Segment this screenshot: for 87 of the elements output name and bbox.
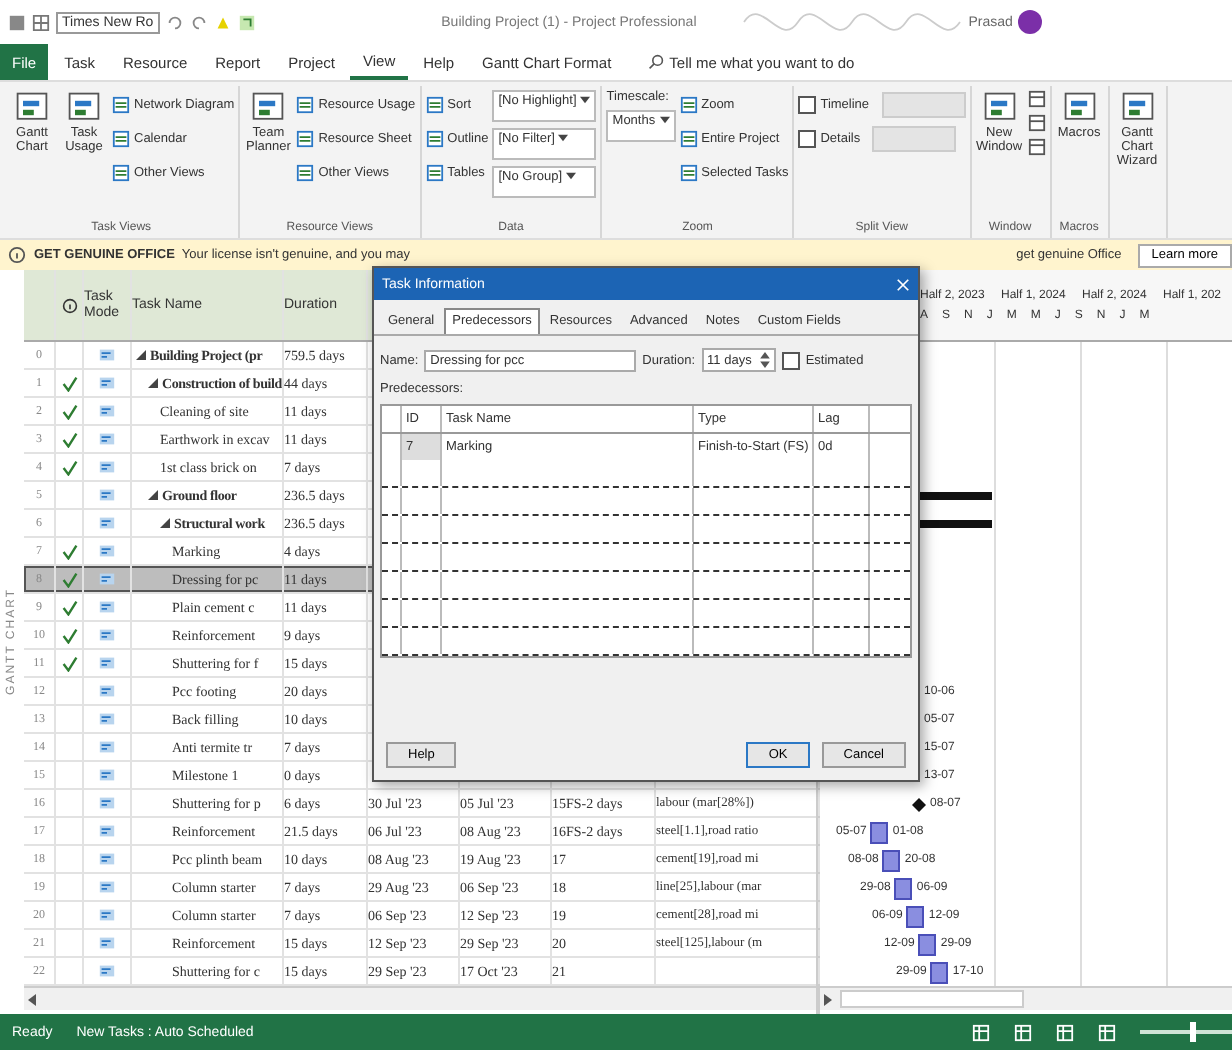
view-icon[interactable]	[1014, 1023, 1032, 1041]
view-icon	[679, 163, 698, 181]
view-icon	[1119, 90, 1156, 126]
task-mode-icon	[98, 570, 116, 588]
view-icon	[296, 95, 315, 113]
scrollbar[interactable]	[24, 986, 816, 1010]
info-icon	[8, 246, 26, 264]
task-bar[interactable]	[882, 849, 901, 871]
task-mode-icon	[98, 738, 116, 756]
task-mode-icon	[98, 626, 116, 644]
view-icon	[112, 129, 130, 147]
task-mode-icon	[98, 458, 116, 476]
close-icon[interactable]	[896, 277, 910, 291]
view-icon	[425, 129, 444, 147]
caret-icon	[659, 116, 670, 124]
task-mode-icon	[98, 794, 116, 812]
task-mode-icon	[98, 878, 116, 896]
view-icon	[112, 163, 130, 181]
caret-icon	[580, 96, 591, 104]
view-icon	[14, 90, 50, 126]
window-icon[interactable]	[1027, 138, 1046, 156]
empty-grid-row[interactable]	[382, 460, 910, 488]
view-icon	[425, 95, 444, 113]
view-icon	[679, 129, 698, 147]
task-bar[interactable]	[930, 961, 949, 983]
info-icon	[61, 297, 77, 313]
empty-grid-row[interactable]	[382, 488, 910, 516]
spinner-icon[interactable]	[759, 352, 770, 368]
user-avatar[interactable]	[1018, 10, 1043, 34]
view-icon	[296, 129, 315, 147]
collapse-icon[interactable]	[148, 378, 158, 388]
grid-icon[interactable]	[32, 13, 50, 31]
task-mode-icon	[98, 654, 116, 672]
collapse-icon[interactable]	[160, 518, 170, 528]
task-mode-icon	[98, 766, 116, 784]
window-icon[interactable]	[1027, 114, 1046, 132]
task-bar[interactable]	[918, 933, 937, 955]
task-bar[interactable]	[870, 821, 889, 843]
task-mode-icon	[98, 514, 116, 532]
task-mode-icon	[98, 710, 116, 728]
view-icon	[1061, 90, 1098, 126]
task-mode-icon	[98, 374, 116, 392]
view-icon[interactable]	[1098, 1023, 1116, 1041]
task-mode-icon	[98, 850, 116, 868]
caret-icon	[558, 134, 569, 142]
task-mode-icon	[98, 934, 116, 952]
checkbox[interactable]	[798, 129, 817, 147]
view-icon	[425, 163, 444, 181]
collapse-icon[interactable]	[136, 350, 146, 360]
empty-grid-row[interactable]	[382, 516, 910, 544]
milestone-icon[interactable]	[912, 797, 926, 811]
task-mode-icon	[98, 486, 116, 504]
task-mode-icon	[98, 598, 116, 616]
task-mode-icon	[98, 682, 116, 700]
empty-grid-row[interactable]	[382, 600, 910, 628]
task-mode-icon	[98, 402, 116, 420]
empty-grid-row[interactable]	[382, 544, 910, 572]
view-icon	[112, 95, 130, 113]
save-icon[interactable]	[8, 13, 26, 31]
view-icon	[679, 95, 698, 113]
task-mode-icon	[98, 346, 116, 364]
view-icon	[66, 90, 102, 126]
collapse-icon[interactable]	[148, 490, 158, 500]
scrollbar[interactable]	[820, 986, 1232, 1010]
task-mode-icon	[98, 542, 116, 560]
task-bar[interactable]	[894, 877, 913, 899]
view-icon	[296, 163, 315, 181]
view-icon	[981, 90, 1018, 126]
undo-icon[interactable]	[165, 13, 184, 31]
empty-grid-row[interactable]	[382, 628, 910, 656]
scroll-arrow-icon[interactable]	[824, 993, 832, 1005]
scroll-arrow-icon[interactable]	[28, 993, 36, 1005]
search-icon	[647, 54, 664, 70]
task-mode-icon	[98, 822, 116, 840]
task-mode-icon	[98, 962, 116, 980]
view-icon	[250, 90, 287, 126]
task-mode-icon	[98, 430, 116, 448]
checkbox[interactable]	[781, 351, 800, 369]
empty-grid-row[interactable]	[382, 572, 910, 600]
checkbox[interactable]	[798, 95, 817, 113]
task-mode-icon	[98, 906, 116, 924]
view-icon[interactable]	[1056, 1023, 1074, 1041]
task-bar[interactable]	[906, 905, 925, 927]
view-icon[interactable]	[972, 1023, 990, 1041]
redo-icon[interactable]	[189, 13, 208, 31]
window-icon[interactable]	[1027, 90, 1046, 108]
caret-icon	[566, 172, 577, 180]
